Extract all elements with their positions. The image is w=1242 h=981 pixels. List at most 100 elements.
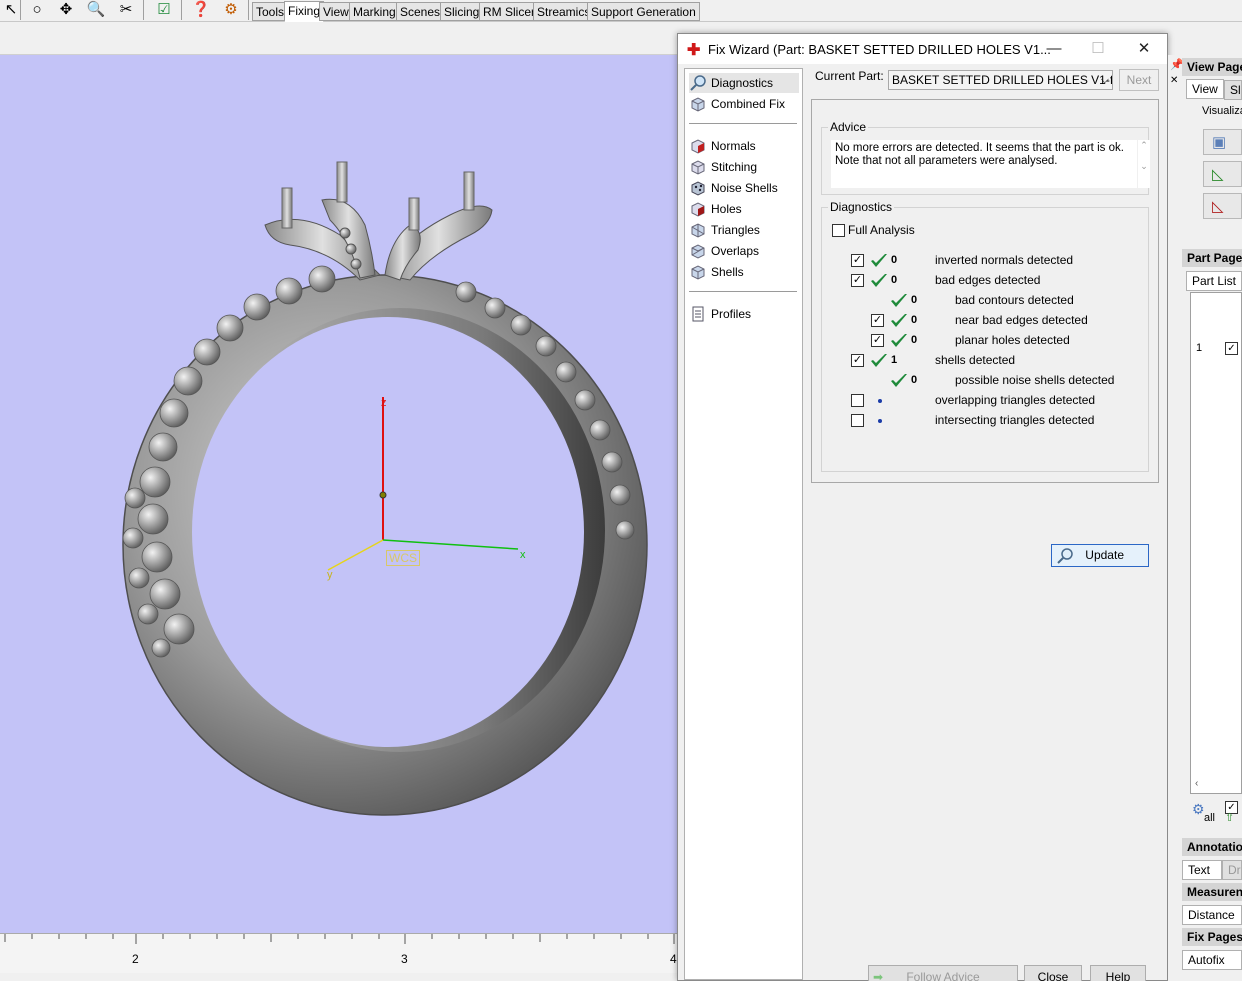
- diagnostic-label: bad contours detected: [955, 293, 1074, 307]
- diagnostic-checkbox[interactable]: ✓: [851, 254, 864, 267]
- nav-item-triangles[interactable]: Triangles: [689, 220, 799, 240]
- nav-item-shells[interactable]: Shells: [689, 262, 799, 282]
- nav-label: Triangles: [711, 223, 760, 237]
- part-visible-checkbox[interactable]: ✓: [1225, 342, 1238, 355]
- diagnostic-checkbox[interactable]: ✓: [851, 274, 864, 287]
- measurement-header[interactable]: Measuren: [1182, 883, 1242, 901]
- nav-item-overlaps[interactable]: Overlaps: [689, 241, 799, 261]
- wizard-title-bar[interactable]: ✚ Fix Wizard (Part: BASKET SETTED DRILLE…: [678, 34, 1167, 64]
- normals-cube-icon: [691, 139, 705, 154]
- update-button[interactable]: Update: [1051, 544, 1149, 567]
- nav-label: Combined Fix: [711, 97, 786, 111]
- diagnostic-checkbox[interactable]: [851, 414, 864, 427]
- chevron-down-icon: ⌵: [1100, 74, 1109, 86]
- advice-group: Advice No more errors are detected. It s…: [821, 120, 1150, 195]
- up-arrow-icon[interactable]: ⇧: [1225, 811, 1234, 824]
- diagnostic-checkbox[interactable]: ✓: [851, 354, 864, 367]
- move-icon[interactable]: ✥: [55, 0, 77, 18]
- triangle-cut-icon: ◺: [1212, 198, 1224, 215]
- part-pages-header[interactable]: Part Page: [1182, 249, 1242, 267]
- follow-advice-button[interactable]: ➡ Follow Advice: [868, 965, 1018, 981]
- diagnostic-checkbox[interactable]: ✓: [871, 334, 884, 347]
- current-part-dropdown[interactable]: BASKET SETTED DRILLED HOLES V1-f ⌵: [888, 70, 1113, 90]
- tab-streamics[interactable]: Streamics: [533, 2, 595, 21]
- nav-divider: [689, 291, 797, 292]
- view-cube-button[interactable]: ▣: [1203, 129, 1242, 155]
- tab-view[interactable]: View: [319, 2, 353, 21]
- diagnostic-checkbox[interactable]: ✓: [871, 314, 884, 327]
- tab-fixing[interactable]: Fixing: [284, 1, 325, 22]
- 3d-viewport[interactable]: z x y WCS: [0, 55, 677, 933]
- tab-part-list[interactable]: Part List: [1186, 271, 1242, 291]
- view-section-button[interactable]: ◺: [1203, 161, 1242, 187]
- wizard-title: Fix Wizard (Part: BASKET SETTED DRILLED …: [708, 42, 1051, 57]
- green-check-icon: [871, 254, 887, 267]
- diagnostic-count: 0: [911, 374, 918, 386]
- diagnostic-checkbox[interactable]: [851, 394, 864, 407]
- tab-tools[interactable]: Tools: [252, 2, 289, 21]
- status-dot-icon: [878, 399, 882, 403]
- diagnostic-label: intersecting triangles detected: [935, 413, 1095, 427]
- green-check-icon: [891, 334, 907, 347]
- tab-marking[interactable]: Marking: [349, 2, 400, 21]
- pointer-icon[interactable]: ↖: [0, 0, 22, 18]
- minimize-button[interactable]: —: [1039, 38, 1069, 60]
- wcs-label: WCS: [386, 550, 420, 566]
- nav-item-holes[interactable]: Holes: [689, 199, 799, 219]
- nav-item-combined-fix[interactable]: Combined Fix: [689, 94, 799, 114]
- parts-icon[interactable]: ⚙: [1192, 801, 1205, 818]
- nav-label: Shells: [711, 265, 744, 279]
- right-dock: 📌 ✕ View Page View Slic Visualiza ▣ ◺ ◺ …: [1168, 55, 1242, 981]
- view-cut-button[interactable]: ◺: [1203, 193, 1242, 219]
- nav-label: Holes: [711, 202, 742, 216]
- wizard-nav: Diagnostics Combined Fix Normals Stitchi…: [684, 68, 803, 980]
- close-window-button[interactable]: ✕: [1129, 38, 1159, 60]
- tab-slicing[interactable]: Slicing: [440, 2, 484, 21]
- view-pages-header[interactable]: View Page: [1182, 58, 1242, 76]
- diagnostics-title: Diagnostics: [828, 200, 895, 214]
- green-check-icon: [891, 294, 907, 307]
- wizard-icon[interactable]: ⚙: [220, 0, 242, 18]
- tab-slicing-page[interactable]: Slic: [1224, 80, 1242, 100]
- check-icon[interactable]: ☑: [153, 0, 175, 18]
- full-analysis-checkbox[interactable]: [832, 224, 845, 237]
- advice-scrollbar[interactable]: ⌃ ⌄: [1138, 140, 1150, 188]
- lasso-icon[interactable]: ○: [26, 0, 48, 18]
- arrow-right-icon: ➡: [873, 970, 884, 981]
- all-label: all: [1204, 812, 1216, 824]
- nav-item-profiles[interactable]: Profiles: [689, 304, 799, 324]
- diagnostic-label: bad edges detected: [935, 273, 1041, 287]
- ruler-label: 3: [401, 952, 408, 966]
- current-part-value: BASKET SETTED DRILLED HOLES V1-f: [892, 73, 1113, 87]
- fix-pages-header[interactable]: Fix Pages: [1182, 928, 1242, 946]
- tab-draw[interactable]: Dra: [1222, 860, 1242, 880]
- tab-text[interactable]: Text: [1182, 860, 1222, 880]
- scroll-left-icon[interactable]: ‹: [1195, 778, 1198, 789]
- next-button[interactable]: Next: [1119, 69, 1159, 91]
- diagnostic-label: inverted normals detected: [935, 253, 1074, 267]
- tab-view-page[interactable]: View: [1186, 79, 1224, 99]
- nav-item-normals[interactable]: Normals: [689, 136, 799, 156]
- tab-support-generation[interactable]: Support Generation: [587, 2, 700, 21]
- tab-autofix[interactable]: Autofix: [1182, 950, 1242, 970]
- cube-icon: ▣: [1212, 134, 1227, 151]
- maximize-button[interactable]: ☐: [1083, 38, 1113, 60]
- tab-scenes[interactable]: Scenes: [396, 2, 445, 21]
- fix-wizard-window: ✚ Fix Wizard (Part: BASKET SETTED DRILLE…: [677, 33, 1168, 981]
- measure-icon[interactable]: ✂: [115, 0, 137, 18]
- zoom-icon[interactable]: 🔍: [85, 0, 107, 18]
- annotation-header[interactable]: Annotatio: [1182, 838, 1242, 856]
- help-button[interactable]: Help: [1090, 965, 1146, 981]
- tab-rm-slicer[interactable]: RM Slicer: [479, 2, 540, 21]
- magnifier-icon: [690, 75, 706, 91]
- nav-item-diagnostics[interactable]: Diagnostics: [689, 73, 799, 93]
- tab-distance[interactable]: Distance: [1182, 905, 1242, 925]
- help-icon[interactable]: ❓: [190, 0, 212, 18]
- dock-close-icon[interactable]: ✕: [1170, 75, 1178, 86]
- part-list[interactable]: 1 ✓ ‹: [1190, 292, 1242, 794]
- nav-item-noise-shells[interactable]: Noise Shells: [689, 178, 799, 198]
- nav-item-stitching[interactable]: Stitching: [689, 157, 799, 177]
- close-button[interactable]: Close: [1024, 965, 1082, 981]
- holes-cube-icon: [691, 202, 705, 217]
- part-row-number: 1: [1196, 342, 1203, 354]
